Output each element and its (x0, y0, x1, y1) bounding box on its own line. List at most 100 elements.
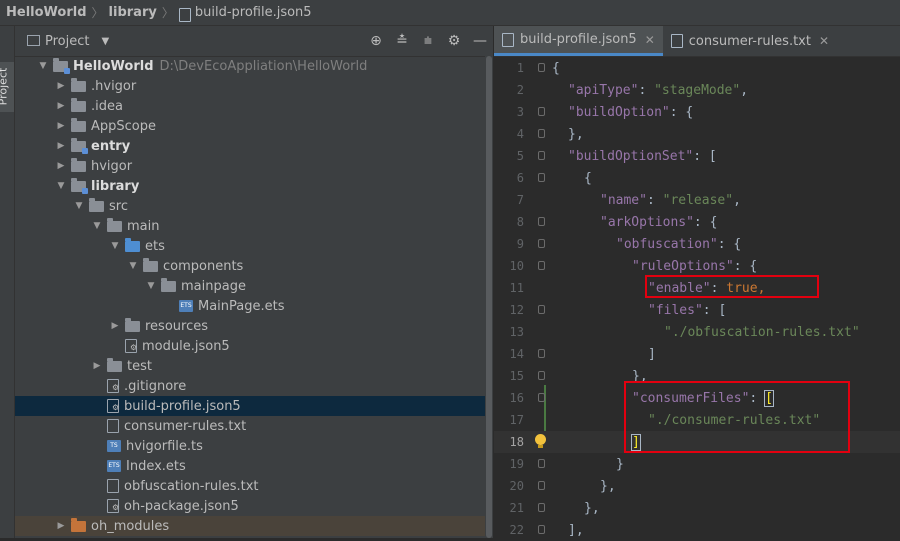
code-line: 9 "obfuscation": { (494, 233, 900, 255)
tree-item[interactable]: ▼ main (15, 216, 493, 236)
tree-item[interactable]: ▶ .hvigor (15, 76, 493, 96)
fold-marker-icon[interactable] (538, 503, 545, 512)
tree-item[interactable]: module.json5 (15, 336, 493, 356)
chevron-right-icon[interactable]: ▶ (55, 101, 67, 111)
tree-item-label: hvigor (91, 158, 133, 174)
json-string: "./obfuscation-rules.txt" (664, 324, 860, 340)
chevron-right-icon[interactable]: ▶ (55, 161, 67, 171)
chevron-right-icon[interactable]: ▶ (109, 321, 121, 331)
expand-all-icon[interactable]: ≛ (389, 33, 415, 49)
folder-icon (125, 317, 140, 332)
chevron-down-icon[interactable]: ▼ (37, 61, 49, 71)
chevron-down-icon[interactable]: ▼ (73, 201, 85, 211)
gutter (530, 497, 552, 519)
json-punctuation: ] (648, 346, 656, 362)
tree-item[interactable]: ▶ hvigor (15, 156, 493, 176)
chevron-right-icon[interactable]: ▶ (55, 521, 67, 531)
fold-marker-icon[interactable] (538, 107, 545, 116)
fold-marker-icon[interactable] (538, 393, 545, 402)
fold-marker-icon[interactable] (538, 525, 545, 534)
fold-marker-icon[interactable] (538, 481, 545, 490)
code-line: 4}, (494, 123, 900, 145)
close-icon[interactable]: ✕ (819, 34, 829, 48)
fold-marker-icon[interactable] (538, 305, 545, 314)
gutter (530, 255, 552, 277)
locate-icon[interactable]: ⊕ (363, 33, 389, 49)
folder-icon (71, 97, 86, 112)
project-panel-title[interactable]: Project (45, 34, 89, 49)
tree-item[interactable]: ▶ .idea (15, 96, 493, 116)
tree-item[interactable]: ETS Index.ets (15, 456, 493, 476)
project-scrollbar[interactable] (485, 56, 493, 538)
code-text: "files": [ (552, 303, 726, 318)
tree-item[interactable]: ▼ library (15, 176, 493, 196)
fold-marker-icon[interactable] (538, 217, 545, 226)
tree-item[interactable]: ▶ entry (15, 136, 493, 156)
config-file-icon (107, 379, 119, 393)
gear-icon[interactable]: ⚙ (441, 33, 467, 49)
breadcrumb-file[interactable]: build-profile.json5 (195, 5, 312, 20)
tree-item[interactable]: ▶ AppScope (15, 116, 493, 136)
editor-tab[interactable]: consumer-rules.txt ✕ (663, 26, 837, 56)
text-file-icon (107, 479, 119, 493)
tree-item[interactable]: ▼ mainpage (15, 276, 493, 296)
scrollbar-thumb[interactable] (486, 56, 492, 538)
chevron-down-icon[interactable]: ▼ (127, 261, 139, 271)
tree-item[interactable]: build-profile.json5 (15, 396, 493, 416)
tree-item[interactable]: ▶ resources (15, 316, 493, 336)
fold-marker-icon[interactable] (538, 173, 545, 182)
lightbulb-icon[interactable] (535, 434, 546, 448)
tree-item[interactable]: obfuscation-rules.txt (15, 476, 493, 496)
tree-item[interactable]: .gitignore (15, 376, 493, 396)
json-punctuation: : (646, 192, 663, 208)
tree-item[interactable]: TS hvigorfile.ts (15, 436, 493, 456)
tree-item[interactable]: consumer-rules.txt (15, 416, 493, 436)
chevron-down-icon[interactable]: ▼ (145, 281, 157, 291)
breadcrumb-module[interactable]: library (109, 5, 157, 20)
gutter (530, 343, 552, 365)
tree-item[interactable]: ▼ components (15, 256, 493, 276)
tree-item[interactable]: ETS MainPage.ets (15, 296, 493, 316)
tree-item[interactable]: ▼ src (15, 196, 493, 216)
tree-item[interactable]: ▼ ets (15, 236, 493, 256)
triangle-down-icon[interactable]: ▼ (101, 36, 109, 47)
chevron-right-icon[interactable]: ▶ (55, 81, 67, 91)
tree-item[interactable]: oh-package.json5 (15, 496, 493, 516)
json-string: "stageMode" (654, 82, 741, 98)
code-line: 6{ (494, 167, 900, 189)
json-punctuation: , (733, 192, 741, 208)
fold-marker-icon[interactable] (538, 63, 545, 72)
chevron-down-icon[interactable]: ▼ (55, 181, 67, 191)
code-line: 20}, (494, 475, 900, 497)
line-number: 8 (516, 215, 524, 229)
breadcrumb-project[interactable]: HelloWorld (6, 5, 87, 20)
code-editor[interactable]: 1{2 "apiType": "stageMode", 3 "buildOption"… (494, 57, 900, 541)
project-tool-window-button[interactable]: Project (0, 62, 14, 112)
chevron-right-icon[interactable]: ▶ (55, 141, 67, 151)
editor-tab[interactable]: build-profile.json5 ✕ (494, 26, 663, 56)
tree-item[interactable]: ▼ HelloWorld D:\DevEcoAppliation\HelloWorl… (15, 56, 493, 76)
tree-item-label: MainPage.ets (198, 298, 285, 314)
left-tool-stripe: Project (0, 26, 15, 538)
fold-marker-icon[interactable] (538, 261, 545, 270)
fold-marker-icon[interactable] (538, 129, 545, 138)
line-number: 2 (516, 83, 524, 97)
close-icon[interactable]: ✕ (645, 33, 655, 47)
line-number: 14 (509, 347, 524, 361)
chevron-right-icon[interactable]: ▶ (91, 361, 103, 371)
collapse-all-icon[interactable]: ⩧ (415, 33, 441, 49)
fold-marker-icon[interactable] (538, 239, 545, 248)
tree-item[interactable]: ▶ oh_modules (15, 516, 493, 536)
fold-marker-icon[interactable] (538, 349, 545, 358)
text-file-icon (107, 419, 119, 433)
line-number: 19 (509, 457, 524, 471)
chevron-down-icon[interactable]: ▼ (109, 241, 121, 251)
tree-item[interactable]: ▶ test (15, 356, 493, 376)
fold-marker-icon[interactable] (538, 151, 545, 160)
chevron-right-icon[interactable]: ▶ (55, 121, 67, 131)
gutter (530, 321, 552, 343)
fold-marker-icon[interactable] (538, 371, 545, 380)
chevron-down-icon[interactable]: ▼ (91, 221, 103, 231)
minimize-icon[interactable]: — (467, 33, 493, 49)
fold-marker-icon[interactable] (538, 459, 545, 468)
